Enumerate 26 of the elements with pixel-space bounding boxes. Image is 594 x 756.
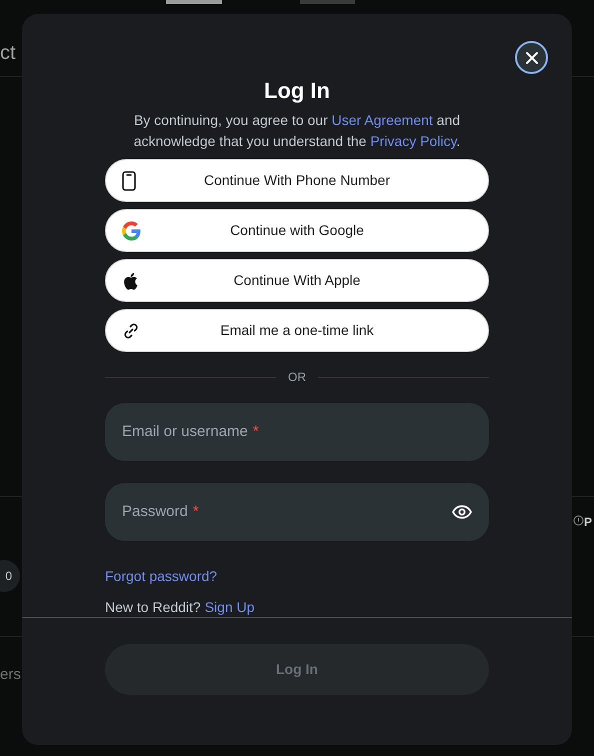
phone-icon bbox=[122, 170, 136, 190]
link-icon bbox=[122, 322, 140, 340]
info-icon bbox=[573, 515, 584, 526]
background-text: P bbox=[584, 514, 592, 531]
background-badge: 0 bbox=[0, 560, 20, 592]
intro-text: By continuing, you agree to our User Agreement and acknowledge that you understand the Privacy Policy. bbox=[132, 111, 462, 151]
apple-icon bbox=[122, 272, 138, 290]
policy-link[interactable]: User Agreement bbox=[332, 112, 433, 128]
dialog-title: Log In bbox=[264, 77, 330, 105]
policy-link[interactable]: Privacy Policy bbox=[370, 133, 456, 149]
show-password-icon[interactable] bbox=[452, 505, 472, 519]
apple-login-button[interactable]: Continue With Apple bbox=[105, 259, 489, 302]
separator-label: OR bbox=[288, 369, 306, 386]
signup-prompt: New to Reddit? bbox=[105, 599, 201, 615]
google-icon bbox=[122, 221, 141, 240]
password-field[interactable]: Password * bbox=[105, 483, 489, 541]
input-field[interactable]: Email or username * bbox=[105, 403, 489, 461]
background-text: ers bbox=[0, 665, 21, 685]
signup-link[interactable]: Sign Up bbox=[204, 599, 255, 615]
google-login-button[interactable]: Continue with Google bbox=[105, 209, 489, 252]
close-icon bbox=[524, 50, 538, 64]
forgot-password-link[interactable]: Forgot password? bbox=[105, 566, 218, 587]
background-text: ct bbox=[0, 41, 16, 66]
link-login-button[interactable]: Email me a one-time link bbox=[105, 309, 489, 352]
phone-login-button[interactable]: Continue With Phone Number bbox=[105, 159, 489, 202]
close-button[interactable] bbox=[515, 41, 548, 74]
